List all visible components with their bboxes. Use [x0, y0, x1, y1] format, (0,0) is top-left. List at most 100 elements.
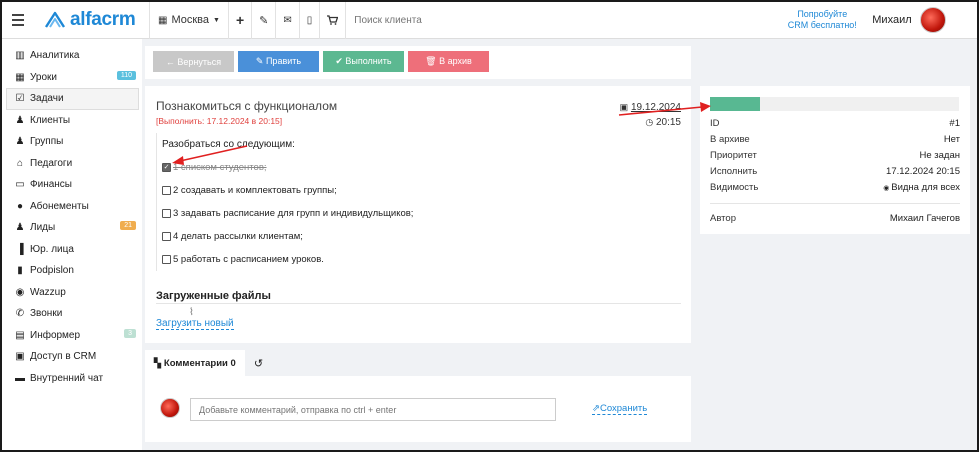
property-value: ◉ Видна для всех: [883, 182, 960, 193]
task-properties: ID #1 В архиве Нет Приоритет Не задан Исполнит…: [700, 86, 970, 234]
property-row: ID #1: [710, 115, 960, 131]
sidebar-item-8[interactable]: ♟ Лиды 21: [2, 217, 142, 239]
checklist-label: 2 создавать и комплектовать группы;: [173, 185, 337, 196]
sidebar-item-label: Педагоги: [30, 157, 73, 169]
checkbox[interactable]: [162, 232, 171, 241]
plus-icon: +: [235, 12, 245, 28]
mobile-icon: ▯: [306, 14, 313, 26]
add-button[interactable]: +: [229, 2, 253, 39]
sidebar-item-label: Podpislon: [30, 265, 74, 277]
progress-fill: [710, 97, 760, 111]
user-icon: ♟: [15, 114, 25, 126]
annotation-arrow-checkbox: [172, 145, 248, 165]
sidebar-item-9[interactable]: ▐ Юр. лица: [2, 239, 142, 261]
calendar-icon: ▦: [15, 71, 25, 83]
send-icon: ⇗: [592, 403, 600, 414]
comment-input[interactable]: [190, 398, 556, 421]
sidebar-item-14[interactable]: ▣ Доступ в CRM: [2, 346, 142, 368]
task-due: [Выполнить: 17.12.2024 в 20:15]: [156, 116, 283, 126]
sidebar-item-1[interactable]: ▦ Уроки 110: [2, 67, 142, 89]
sidebar-list: ▥ Аналитика ▦ Уроки 110 ☑ Задачи ♟ Клиенты ♟ Групп…: [2, 45, 142, 389]
archive-button[interactable]: 🗑 В архив: [408, 51, 489, 72]
sidebar-item-label: Финансы: [30, 179, 72, 191]
tab-history[interactable]: ↺: [245, 350, 272, 376]
sidebar-item-label: Группы: [30, 136, 64, 148]
city-select[interactable]: ▦ Москва ▼: [150, 2, 229, 39]
property-label: Приоритет: [710, 149, 757, 161]
checkbox[interactable]: [162, 255, 171, 264]
informer-icon: ▤: [15, 329, 25, 341]
sidebar-item-label: Задачи: [30, 93, 64, 105]
legal-entity-icon: ▐: [16, 243, 24, 255]
checklist-label: 5 работать с расписанием уроков.: [173, 254, 324, 265]
sidebar-item-label: Лиды: [30, 222, 56, 234]
sidebar-item-5[interactable]: ⌂ Педагоги: [2, 153, 142, 175]
save-comment-button[interactable]: ⇗Сохранить: [592, 403, 648, 415]
sidebar-item-2[interactable]: ☑ Задачи: [6, 88, 139, 110]
sidebar-item-label: Внутренний чат: [30, 372, 104, 384]
author-row: Автор Михаил Гачегов: [710, 210, 960, 226]
sidebar-item-label: Юр. лица: [30, 243, 74, 255]
sidebar-item-10[interactable]: ▮ Podpislon: [2, 260, 142, 282]
sidebar-item-0[interactable]: ▥ Аналитика: [2, 45, 142, 67]
comments-icon: ▚: [154, 357, 161, 368]
cart-button[interactable]: [320, 2, 347, 39]
city-label: Москва: [171, 14, 210, 26]
sidebar-item-label: Информер: [30, 329, 81, 341]
edit-button[interactable]: ✎ Править: [238, 51, 319, 72]
mobile-button[interactable]: ▯: [300, 2, 321, 39]
logo-text: alfacrm: [70, 9, 136, 30]
sidebar-item-12[interactable]: ✆ Звонки: [2, 303, 142, 325]
sidebar-item-label: Уроки: [30, 71, 57, 83]
complete-button[interactable]: ✔ Выполнить: [323, 51, 404, 72]
sidebar-item-11[interactable]: ◉ Wazzup: [2, 282, 142, 304]
tools-button[interactable]: ✎: [252, 2, 277, 39]
try-line-1: Попробуйте: [797, 9, 848, 19]
checklist-item: 2 создавать и комплектовать группы;: [162, 185, 456, 196]
search-input[interactable]: [346, 2, 767, 39]
chat-icon: ▬: [15, 372, 25, 384]
checkbox[interactable]: [162, 186, 171, 195]
mail-button[interactable]: ✉: [276, 2, 300, 39]
tab-comments[interactable]: ▚ Комментарии 0: [145, 350, 245, 376]
group-icon: ♟: [15, 136, 25, 148]
menu-icon[interactable]: [4, 2, 32, 39]
money-icon: ▭: [15, 179, 25, 191]
wrench-icon: ✎: [259, 14, 269, 27]
author-value: Михаил Гачегов: [889, 212, 960, 224]
user-name: Михаил: [872, 14, 912, 26]
alfacrm-logo-icon: [44, 11, 66, 28]
user-menu[interactable]: Михаил: [872, 7, 946, 33]
sidebar: ▥ Аналитика ▦ Уроки 110 ☑ Задачи ♟ Клиенты ♟ Групп…: [2, 39, 142, 450]
checklist-label: 3 задавать расписание для групп и индиви…: [173, 208, 414, 219]
sidebar-item-label: Аналитика: [30, 50, 80, 62]
phone-icon: ✆: [15, 308, 25, 320]
upload-link[interactable]: Загрузить новый: [156, 318, 234, 330]
back-button[interactable]: ← Вернуться: [153, 51, 234, 72]
avatar: [919, 7, 946, 33]
sidebar-item-3[interactable]: ♟ Клиенты: [2, 110, 142, 132]
sidebar-item-13[interactable]: ▤ Информер 3: [2, 325, 142, 347]
visibility-value: Видна для всех: [891, 181, 960, 193]
envelope-icon: ✉: [283, 14, 292, 26]
annotation-arrow-progress: [618, 102, 711, 116]
sidebar-item-4[interactable]: ♟ Группы: [2, 131, 142, 153]
avatar: [160, 398, 180, 418]
task-toolbar: ← Вернуться ✎ Править ✔ Выполнить 🗑 В ар…: [145, 46, 691, 79]
count-badge: 21: [120, 221, 136, 230]
property-label: Видимость: [710, 181, 759, 193]
chevron-down-icon: ▼: [213, 16, 220, 24]
try-free-link[interactable]: Попробуйте CRM бесплатно!: [786, 9, 858, 31]
sidebar-item-15[interactable]: ▬ Внутренний чат: [2, 368, 142, 390]
checkbox[interactable]: [162, 209, 171, 218]
paperclip-icon: ⌇: [189, 307, 194, 318]
tasks-icon: ☑: [15, 93, 25, 105]
leads-icon: ♟: [15, 222, 25, 234]
logo[interactable]: alfacrm: [44, 9, 149, 31]
sidebar-item-6[interactable]: ▭ Финансы: [2, 174, 142, 196]
property-row: Видимость ◉ Видна для всех: [710, 179, 960, 195]
checklist-item: 3 задавать расписание для групп и индиви…: [162, 208, 456, 219]
sidebar-item-7[interactable]: ● Абонементы: [2, 196, 142, 218]
try-line-2: CRM бесплатно!: [787, 20, 857, 30]
property-row: Исполнить 17.12.2024 20:15: [710, 163, 960, 179]
